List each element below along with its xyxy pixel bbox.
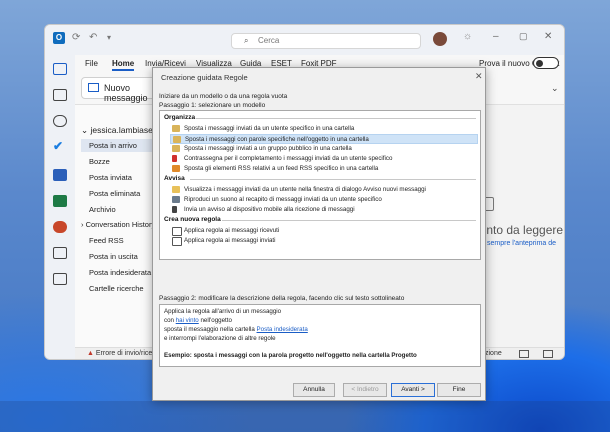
powerpoint-icon[interactable]: [53, 221, 67, 233]
folder-conversation-history-label: Conversation History: [85, 220, 156, 229]
excel-icon[interactable]: [53, 195, 67, 207]
maximize-icon[interactable]: ▢: [519, 31, 528, 42]
view-normal-icon[interactable]: [519, 350, 529, 358]
back-button[interactable]: < Indietro: [343, 383, 387, 397]
view-reading-icon[interactable]: [543, 350, 553, 358]
cancel-button[interactable]: Annulla: [293, 383, 335, 397]
folder-rss[interactable]: Feed RSS: [89, 236, 124, 245]
finish-button[interactable]: Fine: [437, 383, 481, 397]
avatar[interactable]: [433, 32, 447, 46]
folder-search-folders[interactable]: Cartelle ricerche: [89, 284, 144, 293]
move-folder-icon: [172, 125, 180, 132]
step1-label: Passaggio 1: selezionare un modello: [159, 102, 266, 109]
tab-home[interactable]: Home: [112, 59, 135, 71]
folder-sent[interactable]: Posta inviata: [89, 173, 132, 182]
new-outlook-toggle[interactable]: [533, 57, 559, 69]
alert-envelope-icon: [172, 186, 180, 193]
folder-archive[interactable]: Archivio: [89, 205, 116, 214]
undo-icon[interactable]: ↶: [89, 32, 97, 43]
reading-pane-title: nento da leggere: [473, 223, 564, 237]
status-right-text: zione: [485, 350, 502, 357]
new-message-button[interactable]: Nuovo messaggio: [81, 77, 159, 103]
desc-line-3: sposta il messaggio nella cartella Posta…: [164, 326, 308, 333]
rule-description-box: Applica la regola all'arrivo di un messa…: [159, 304, 481, 367]
mail-icon[interactable]: [53, 63, 67, 75]
desc-line-2: con hai vinto nell'oggetto: [164, 317, 232, 324]
group-divider: [196, 118, 476, 119]
mobile-icon: [172, 206, 177, 213]
folder-conversation-history[interactable]: › Conversation History: [81, 220, 155, 229]
search-placeholder: Cerca: [258, 36, 280, 45]
rss-icon: [172, 165, 180, 172]
nav-rail: ✔: [45, 55, 75, 359]
send-icon: [172, 237, 182, 246]
move-folder-icon: [173, 136, 181, 143]
account-header[interactable]: ⌄ jessica.lambiase: [81, 125, 153, 136]
sync-icon[interactable]: ⟳: [72, 32, 80, 43]
template-item-selected[interactable]: Sposta i messaggi con parole specifiche …: [170, 134, 478, 144]
search-icon: ⌕: [244, 36, 249, 45]
todo-icon[interactable]: ✔: [53, 139, 63, 153]
envelope-icon: [172, 227, 182, 236]
calendar-icon[interactable]: [53, 89, 67, 101]
dialog-close-icon[interactable]: ✕: [475, 71, 483, 82]
search-input[interactable]: ⌕ Cerca: [231, 33, 421, 49]
folder-drafts[interactable]: Bozze: [89, 157, 110, 166]
taskbar: [0, 401, 610, 432]
template-list[interactable]: Organizza Sposta i messaggi inviati da u…: [159, 110, 481, 260]
tasks-icon[interactable]: [53, 247, 67, 259]
ribbon-collapse-icon[interactable]: ⌄: [551, 83, 559, 94]
dialog-title: Creazione guidata Regole: [161, 73, 248, 82]
group-new-rule: Crea nuova regola: [164, 216, 221, 223]
reading-pane-link[interactable]: sempre l'anteprima de: [487, 240, 556, 247]
template-item[interactable]: Sposta gli elementi RSS relativi a un fe…: [170, 164, 478, 174]
warning-icon: ▲: [87, 350, 96, 357]
quick-access-chevron-icon[interactable]: ▾: [107, 33, 111, 42]
flag-icon: [172, 155, 177, 162]
desc-line-1: Applica la regola all'arrivo di un messa…: [164, 308, 282, 315]
example-text: Esempio: sposta i messaggi con la parola…: [164, 352, 417, 359]
template-item[interactable]: Riproduci un suono al recapito di messag…: [170, 195, 478, 205]
template-item[interactable]: Invia un avviso al dispositivo mobile al…: [170, 205, 478, 215]
title-bar: O ⟳ ↶ ▾ ⌕ Cerca ☼ – ▢ ✕: [45, 25, 564, 55]
speaker-icon: [172, 196, 180, 203]
step2-label: Passaggio 2: modificare la descrizione d…: [159, 295, 405, 302]
folder-outbox[interactable]: Posta in uscita: [89, 252, 138, 261]
move-folder-icon: [172, 145, 180, 152]
group-divider: [190, 179, 476, 180]
group-organize: Organizza: [164, 114, 196, 121]
rules-wizard-dialog: Creazione guidata Regole ✕ Iniziare da u…: [152, 67, 486, 401]
template-item[interactable]: Contrassegna per il completamento i mess…: [170, 154, 478, 164]
minimize-icon[interactable]: –: [493, 31, 499, 42]
group-divider: [222, 220, 476, 221]
close-icon[interactable]: ✕: [544, 31, 552, 42]
group-notify: Avvisa: [164, 175, 185, 182]
desc-line-4: e interrompi l'elaborazione di altre reg…: [164, 335, 276, 342]
folder-link[interactable]: Posta indesiderata: [257, 326, 308, 333]
next-button[interactable]: Avanti >: [391, 383, 435, 397]
outlook-logo-icon: O: [53, 32, 65, 44]
word-icon[interactable]: [53, 169, 67, 181]
new-mail-icon: [88, 83, 99, 92]
template-item[interactable]: Sposta i messaggi inviati a un gruppo pu…: [170, 144, 478, 154]
keyword-link[interactable]: hai vinto: [176, 317, 199, 324]
tab-file[interactable]: File: [85, 59, 98, 68]
template-item[interactable]: Applica regola ai messaggi inviati: [170, 236, 478, 246]
template-item[interactable]: Visualizza i messaggi inviati da un uten…: [170, 185, 478, 195]
template-item[interactable]: Applica regola ai messaggi ricevuti: [170, 226, 478, 236]
apps-icon[interactable]: [53, 273, 67, 285]
lightbulb-icon[interactable]: ☼: [463, 31, 472, 42]
folder-junk[interactable]: Posta indesiderata: [89, 268, 151, 277]
account-name: jessica.lambiase: [90, 125, 153, 135]
folder-deleted[interactable]: Posta eliminata: [89, 189, 140, 198]
people-icon[interactable]: [53, 115, 67, 127]
template-item[interactable]: Sposta i messaggi inviati da un utente s…: [170, 124, 478, 134]
new-message-label: Nuovo messaggio: [104, 83, 148, 103]
start-label: Iniziare da un modello o da una regola v…: [159, 93, 288, 100]
